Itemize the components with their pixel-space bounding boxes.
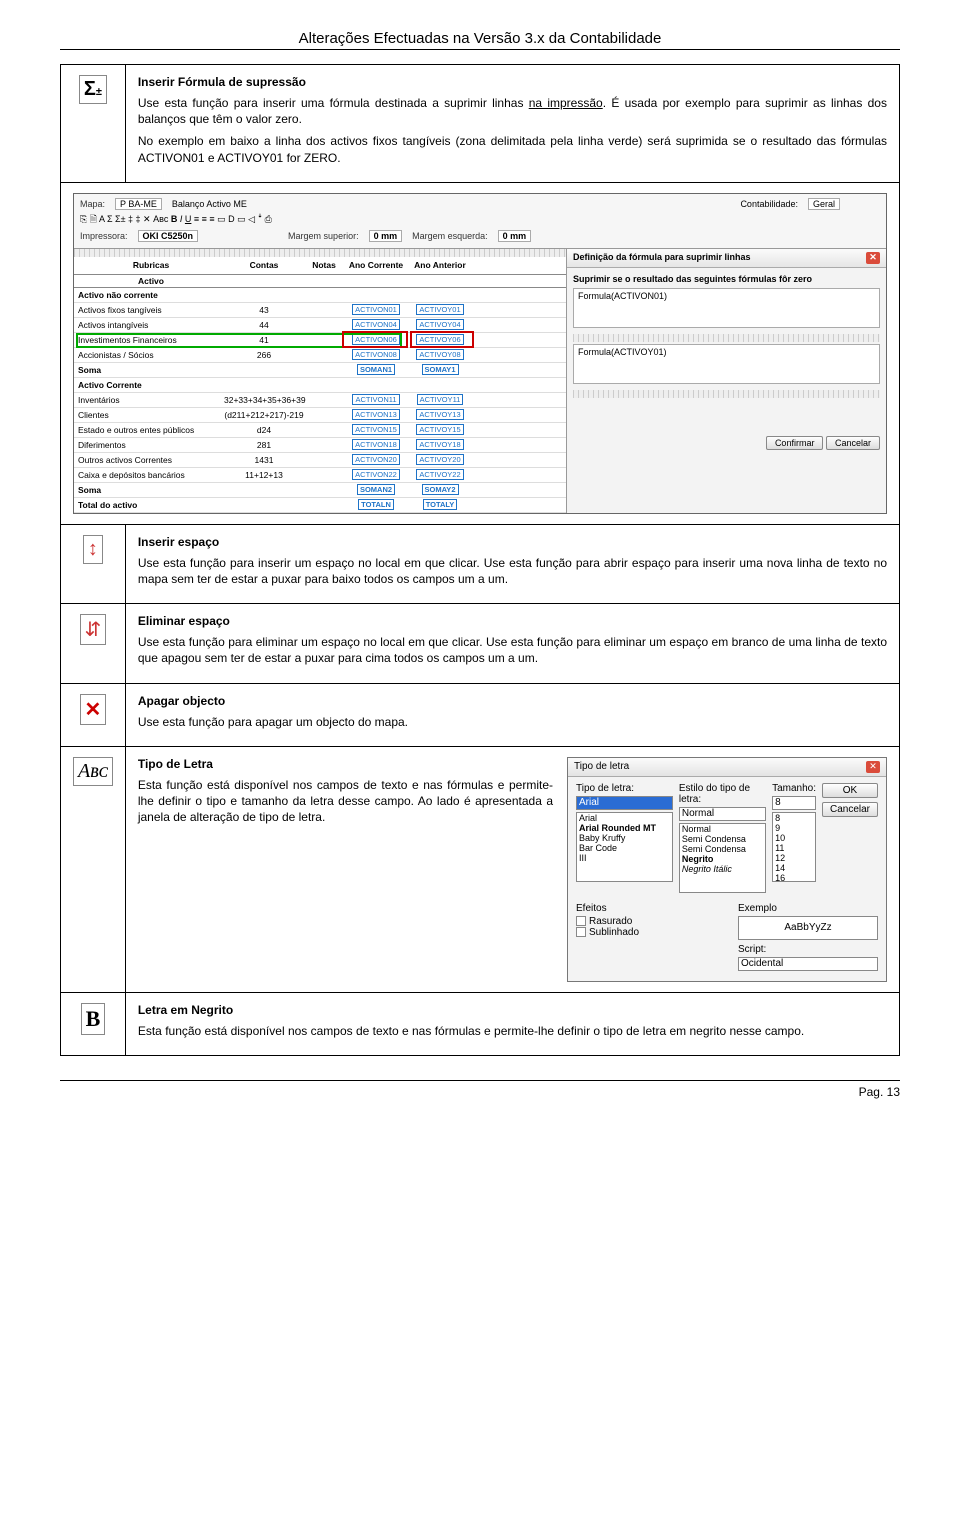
paragraph: Use esta função para inserir um espaço n… xyxy=(138,555,887,587)
cancel-button[interactable]: Cancelar xyxy=(822,802,878,817)
sigma-icon: Σ± xyxy=(79,75,107,104)
close-icon[interactable]: ✕ xyxy=(866,761,880,773)
section-title: Inserir espaço xyxy=(138,535,887,549)
delete-x-icon: ✕ xyxy=(80,694,107,725)
table-row: Outros activos Correntes1431ACTIVON20ACT… xyxy=(74,453,566,468)
icon-cell-bold: B xyxy=(61,992,126,1055)
paragraph: Use esta função para eliminar um espaço … xyxy=(138,634,887,666)
icon-cell-font: Aʙᴄ xyxy=(61,746,126,992)
icon-cell-remove-space: ⇵ xyxy=(61,604,126,683)
script-select[interactable]: Ocidental xyxy=(738,957,878,971)
table-row: Clientes(d211+212+217)-219ACTIVON13ACTIV… xyxy=(74,408,566,423)
close-icon[interactable]: ✕ xyxy=(866,252,880,264)
table-row: Activo não corrente xyxy=(74,288,566,303)
font-preview: AaBbYyZz xyxy=(738,916,878,940)
report-designer-screenshot: Mapa:P BA-ME Balanço Activo ME Contabili… xyxy=(73,193,887,514)
strikeout-checkbox[interactable]: Rasurado xyxy=(576,916,728,927)
section-title: Inserir Fórmula de supressão xyxy=(138,75,887,89)
cancel-button[interactable]: Cancelar xyxy=(826,436,880,450)
icon-cell-delete: ✕ xyxy=(61,683,126,746)
paragraph: Use esta função para inserir uma fórmula… xyxy=(138,95,887,127)
paragraph: Esta função está disponível nos campos d… xyxy=(138,777,553,826)
section-title: Tipo de Letra xyxy=(138,757,553,771)
table-row: Estado e outros entes públicosd24ACTIVON… xyxy=(74,423,566,438)
section-title: Apagar objecto xyxy=(138,694,887,708)
table-row: Caixa e depósitos bancários11+12+13ACTIV… xyxy=(74,468,566,483)
main-table: Σ± Inserir Fórmula de supressão Use esta… xyxy=(60,64,900,1056)
collapse-vertical-icon: ⇵ xyxy=(80,614,107,645)
section-title: Letra em Negrito xyxy=(138,1003,887,1017)
font-family-list[interactable]: ArialArial Rounded MTBaby KruffyBar Code… xyxy=(576,812,673,882)
formula-input-1[interactable]: Formula(ACTIVON01) xyxy=(573,288,880,328)
table-row: Investimentos Financeiros41ACTIVON06ACTI… xyxy=(74,333,566,348)
formula-input-2[interactable]: Formula(ACTIVOY01) xyxy=(573,344,880,384)
font-style-input[interactable]: Normal xyxy=(679,807,766,821)
paragraph: Esta função está disponível nos campos d… xyxy=(138,1023,887,1039)
expand-vertical-icon: ↕ xyxy=(83,535,103,564)
table-row: Activo Corrente xyxy=(74,378,566,393)
ok-button[interactable]: OK xyxy=(822,783,878,798)
table-row: SomaSOMAN2SOMAY2 xyxy=(74,483,566,498)
font-size-input[interactable]: 8 xyxy=(772,796,816,810)
confirm-button[interactable]: Confirmar xyxy=(766,436,824,450)
page-number: Pag. 13 xyxy=(60,1080,900,1099)
table-row: Accionistas / Sócios266ACTIVON08ACTIVOY0… xyxy=(74,348,566,363)
icon-cell-suppress: Σ± xyxy=(61,65,126,183)
section-title: Eliminar espaço xyxy=(138,614,887,628)
underline-checkbox[interactable]: Sublinhado xyxy=(576,927,728,938)
table-row: Inventários32+33+34+35+36+39ACTIVON11ACT… xyxy=(74,393,566,408)
font-style-list[interactable]: NormalSemi CondensaSemi CondensaNegritoN… xyxy=(679,823,766,893)
bold-b-icon: B xyxy=(81,1003,106,1035)
table-row: Activos intangíveis44ACTIVON04ACTIVOY04 xyxy=(74,318,566,333)
page-title: Alterações Efectuadas na Versão 3.x da C… xyxy=(60,30,900,50)
icon-cell-insert-space: ↕ xyxy=(61,524,126,603)
paragraph: No exemplo em baixo a linha dos activos … xyxy=(138,133,887,165)
table-row: Activos fixos tangíveis43ACTIVON01ACTIVO… xyxy=(74,303,566,318)
paragraph: Use esta função para apagar um objecto d… xyxy=(138,714,887,730)
table-row: Total do activoTOTALNTOTALY xyxy=(74,498,566,513)
report-canvas: Rubricas Contas Notas Ano Corrente Ano A… xyxy=(74,249,566,513)
table-row: SomaSOMAN1SOMAY1 xyxy=(74,363,566,378)
font-dialog: Tipo de letra ✕ Tipo de letra: Arial Ari… xyxy=(567,757,887,982)
font-family-input[interactable]: Arial xyxy=(576,796,673,810)
font-size-list[interactable]: 891011121416 xyxy=(772,812,816,882)
font-abc-icon: Aʙᴄ xyxy=(73,757,113,786)
table-row: Diferimentos281ACTIVON18ACTIVOY18 xyxy=(74,438,566,453)
suppress-dialog: Definição da fórmula para suprimir linha… xyxy=(566,249,886,513)
